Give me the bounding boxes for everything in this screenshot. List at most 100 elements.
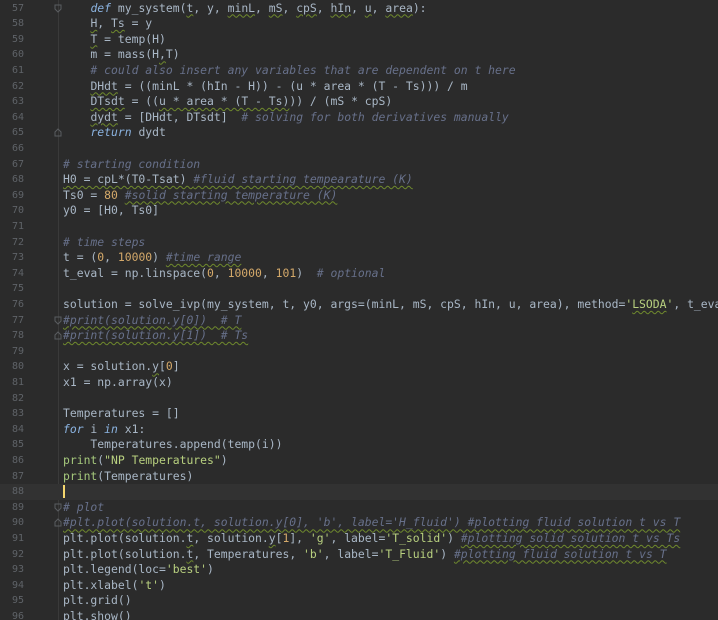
code-line[interactable]: 59 T = temp(H)	[0, 32, 718, 48]
code-text: # could also insert any variables that a…	[63, 62, 516, 79]
code-line[interactable]: 87 print(Temperatures)	[0, 469, 718, 485]
code-line[interactable]: 92 plt.plot(solution.t, Temperatures, 'b'…	[0, 547, 718, 563]
code-token: # could also insert any variables that a…	[63, 62, 516, 77]
code-token: # starting condition	[63, 156, 201, 171]
line-number: 94	[11, 579, 24, 591]
line-number: 83	[11, 408, 24, 420]
line-number: 86	[11, 454, 24, 466]
code-token: #fluid starting tempearature (K)	[193, 172, 413, 187]
line-number: 63	[11, 96, 24, 108]
code-line[interactable]: 67 # starting condition	[0, 157, 718, 173]
code-token: ,	[261, 265, 276, 280]
code-line[interactable]: 89 # plot	[0, 500, 718, 516]
code-line[interactable]: 61 # could also insert any variables tha…	[0, 63, 718, 79]
code-text: plt.xlabel('t')	[63, 578, 166, 594]
code-line[interactable]: 78 #print(solution.y[1]) # Ts	[0, 328, 718, 344]
line-number: 90	[11, 517, 24, 529]
code-text: dydt = [DHdt, DTsdt] # solving for both …	[63, 110, 508, 126]
code-line[interactable]: 94 plt.xlabel('t')	[0, 578, 718, 594]
line-number: 58	[11, 18, 24, 30]
code-token: Ts0 =	[63, 187, 105, 202]
code-token: 't'	[138, 577, 160, 592]
code-token: plt.show()	[63, 608, 132, 620]
line-number: 69	[11, 189, 24, 201]
code-line[interactable]: 66	[0, 141, 718, 157]
code-line[interactable]: 64 dydt = [DHdt, DTsdt] # solving for bo…	[0, 110, 718, 126]
line-number: 95	[11, 595, 24, 607]
line-number: 91	[11, 532, 24, 544]
code-line[interactable]: 96 plt.show()	[0, 609, 718, 620]
code-line[interactable]: 73 t = (0, 10000) #time range	[0, 250, 718, 266]
code-token: 'best'	[165, 562, 208, 577]
code-token: , y,	[193, 0, 228, 15]
code-line[interactable]: 83 Temperatures = []	[0, 406, 718, 422]
code-token: u * area * (T - Ts)	[159, 94, 290, 109]
code-token: # time steps	[63, 234, 146, 249]
fold-close-icon[interactable]	[54, 518, 62, 527]
code-line[interactable]: 81 x1 = np.array(x)	[0, 375, 718, 391]
code-token: 'g'	[309, 530, 331, 545]
code-line[interactable]: 62 DHdt = ((minL * (hIn - H)) - (u * are…	[0, 79, 718, 95]
code-line[interactable]: 88	[0, 484, 718, 500]
code-line[interactable]: 74 t_eval = np.linspace(0, 10000, 101) # …	[0, 266, 718, 282]
code-token: )	[152, 250, 166, 265]
code-line[interactable]: 57 def my_system(t, y, minL, mS, cpS, hI…	[0, 1, 718, 17]
code-token: ,	[351, 0, 365, 15]
code-line[interactable]: 71	[0, 219, 718, 235]
code-token: ,	[282, 0, 297, 15]
code-line[interactable]: 63 DTsdt = ((u * area * (T - Ts))) / (mS…	[0, 94, 718, 110]
code-line[interactable]: 84 for i in x1:	[0, 422, 718, 438]
line-number: 73	[11, 252, 24, 264]
line-number: 87	[11, 470, 24, 482]
code-token: y	[268, 530, 276, 545]
fold-open-icon[interactable]	[54, 4, 62, 13]
code-token: 101	[275, 265, 297, 280]
code-line[interactable]: 95 plt.grid()	[0, 593, 718, 609]
code-line[interactable]: 68 H0 = cpL*(T0-Tsat) #fluid starting tem…	[0, 172, 718, 188]
code-token: ):	[412, 0, 427, 15]
code-line[interactable]: 69 Ts0 = 80 #solid starting temperature (…	[0, 188, 718, 204]
fold-close-icon[interactable]	[54, 331, 62, 340]
code-line[interactable]: 90 #plt.plot(solution.t, solution.y[0], '…	[0, 515, 718, 531]
code-token: 0	[165, 359, 173, 374]
code-line[interactable]: 93 plt.legend(loc='best')	[0, 562, 718, 578]
code-line[interactable]: 72 # time steps	[0, 235, 718, 251]
code-text: Temperatures = []	[63, 406, 180, 422]
code-line[interactable]: 79	[0, 344, 718, 360]
code-token: DHdt	[90, 78, 118, 93]
code-token: 'T_solid'	[385, 530, 448, 545]
code-text: plt.show()	[63, 609, 132, 620]
code-line[interactable]: 75	[0, 281, 718, 297]
fold-close-icon[interactable]	[54, 128, 62, 137]
code-token: ,	[255, 0, 269, 15]
code-token: #solid starting temperature (K)	[124, 187, 338, 202]
fold-open-icon[interactable]	[54, 316, 62, 325]
code-text: plt.plot(solution.t, Temperatures, 'b', …	[63, 547, 667, 563]
code-token: plt.xlabel(	[63, 577, 139, 592]
code-line[interactable]: 91 plt.plot(solution.t, solution.y[1], 'g…	[0, 531, 718, 547]
code-text: t_eval = np.linspace(0, 10000, 101) # op…	[63, 266, 385, 282]
code-token: )	[447, 530, 461, 545]
line-number: 75	[11, 283, 24, 295]
line-number: 62	[11, 80, 24, 92]
code-token: # plot	[63, 499, 105, 514]
code-line[interactable]: 80 x = solution.y[0]	[0, 359, 718, 375]
code-line[interactable]: 58 H, Ts = y	[0, 16, 718, 32]
code-line[interactable]: 70 y0 = [H0, Ts0]	[0, 203, 718, 219]
code-line[interactable]: 77 #print(solution.y[0]) # T	[0, 313, 718, 329]
code-text: #print(solution.y[1]) # Ts	[63, 328, 248, 344]
code-line[interactable]: 85 Temperatures.append(temp(i))	[0, 437, 718, 453]
code-editor[interactable]: 57 def my_system(t, y, minL, mS, cpS, hI…	[0, 0, 718, 620]
code-line[interactable]: 60 m = mass(H,T)	[0, 47, 718, 63]
code-line[interactable]: 82	[0, 391, 718, 407]
code-line[interactable]: 86 print("NP Temperatures")	[0, 453, 718, 469]
code-text: for i in x1:	[63, 422, 145, 438]
line-number: 60	[11, 49, 24, 61]
fold-open-icon[interactable]	[54, 503, 62, 512]
code-token: x1:	[117, 421, 146, 436]
code-token: u	[364, 0, 372, 15]
code-token: m = mass(H	[63, 47, 160, 62]
code-line[interactable]: 76 solution = solve_ivp(my_system, t, y0,…	[0, 297, 718, 313]
code-line[interactable]: 65 return dydt	[0, 125, 718, 141]
